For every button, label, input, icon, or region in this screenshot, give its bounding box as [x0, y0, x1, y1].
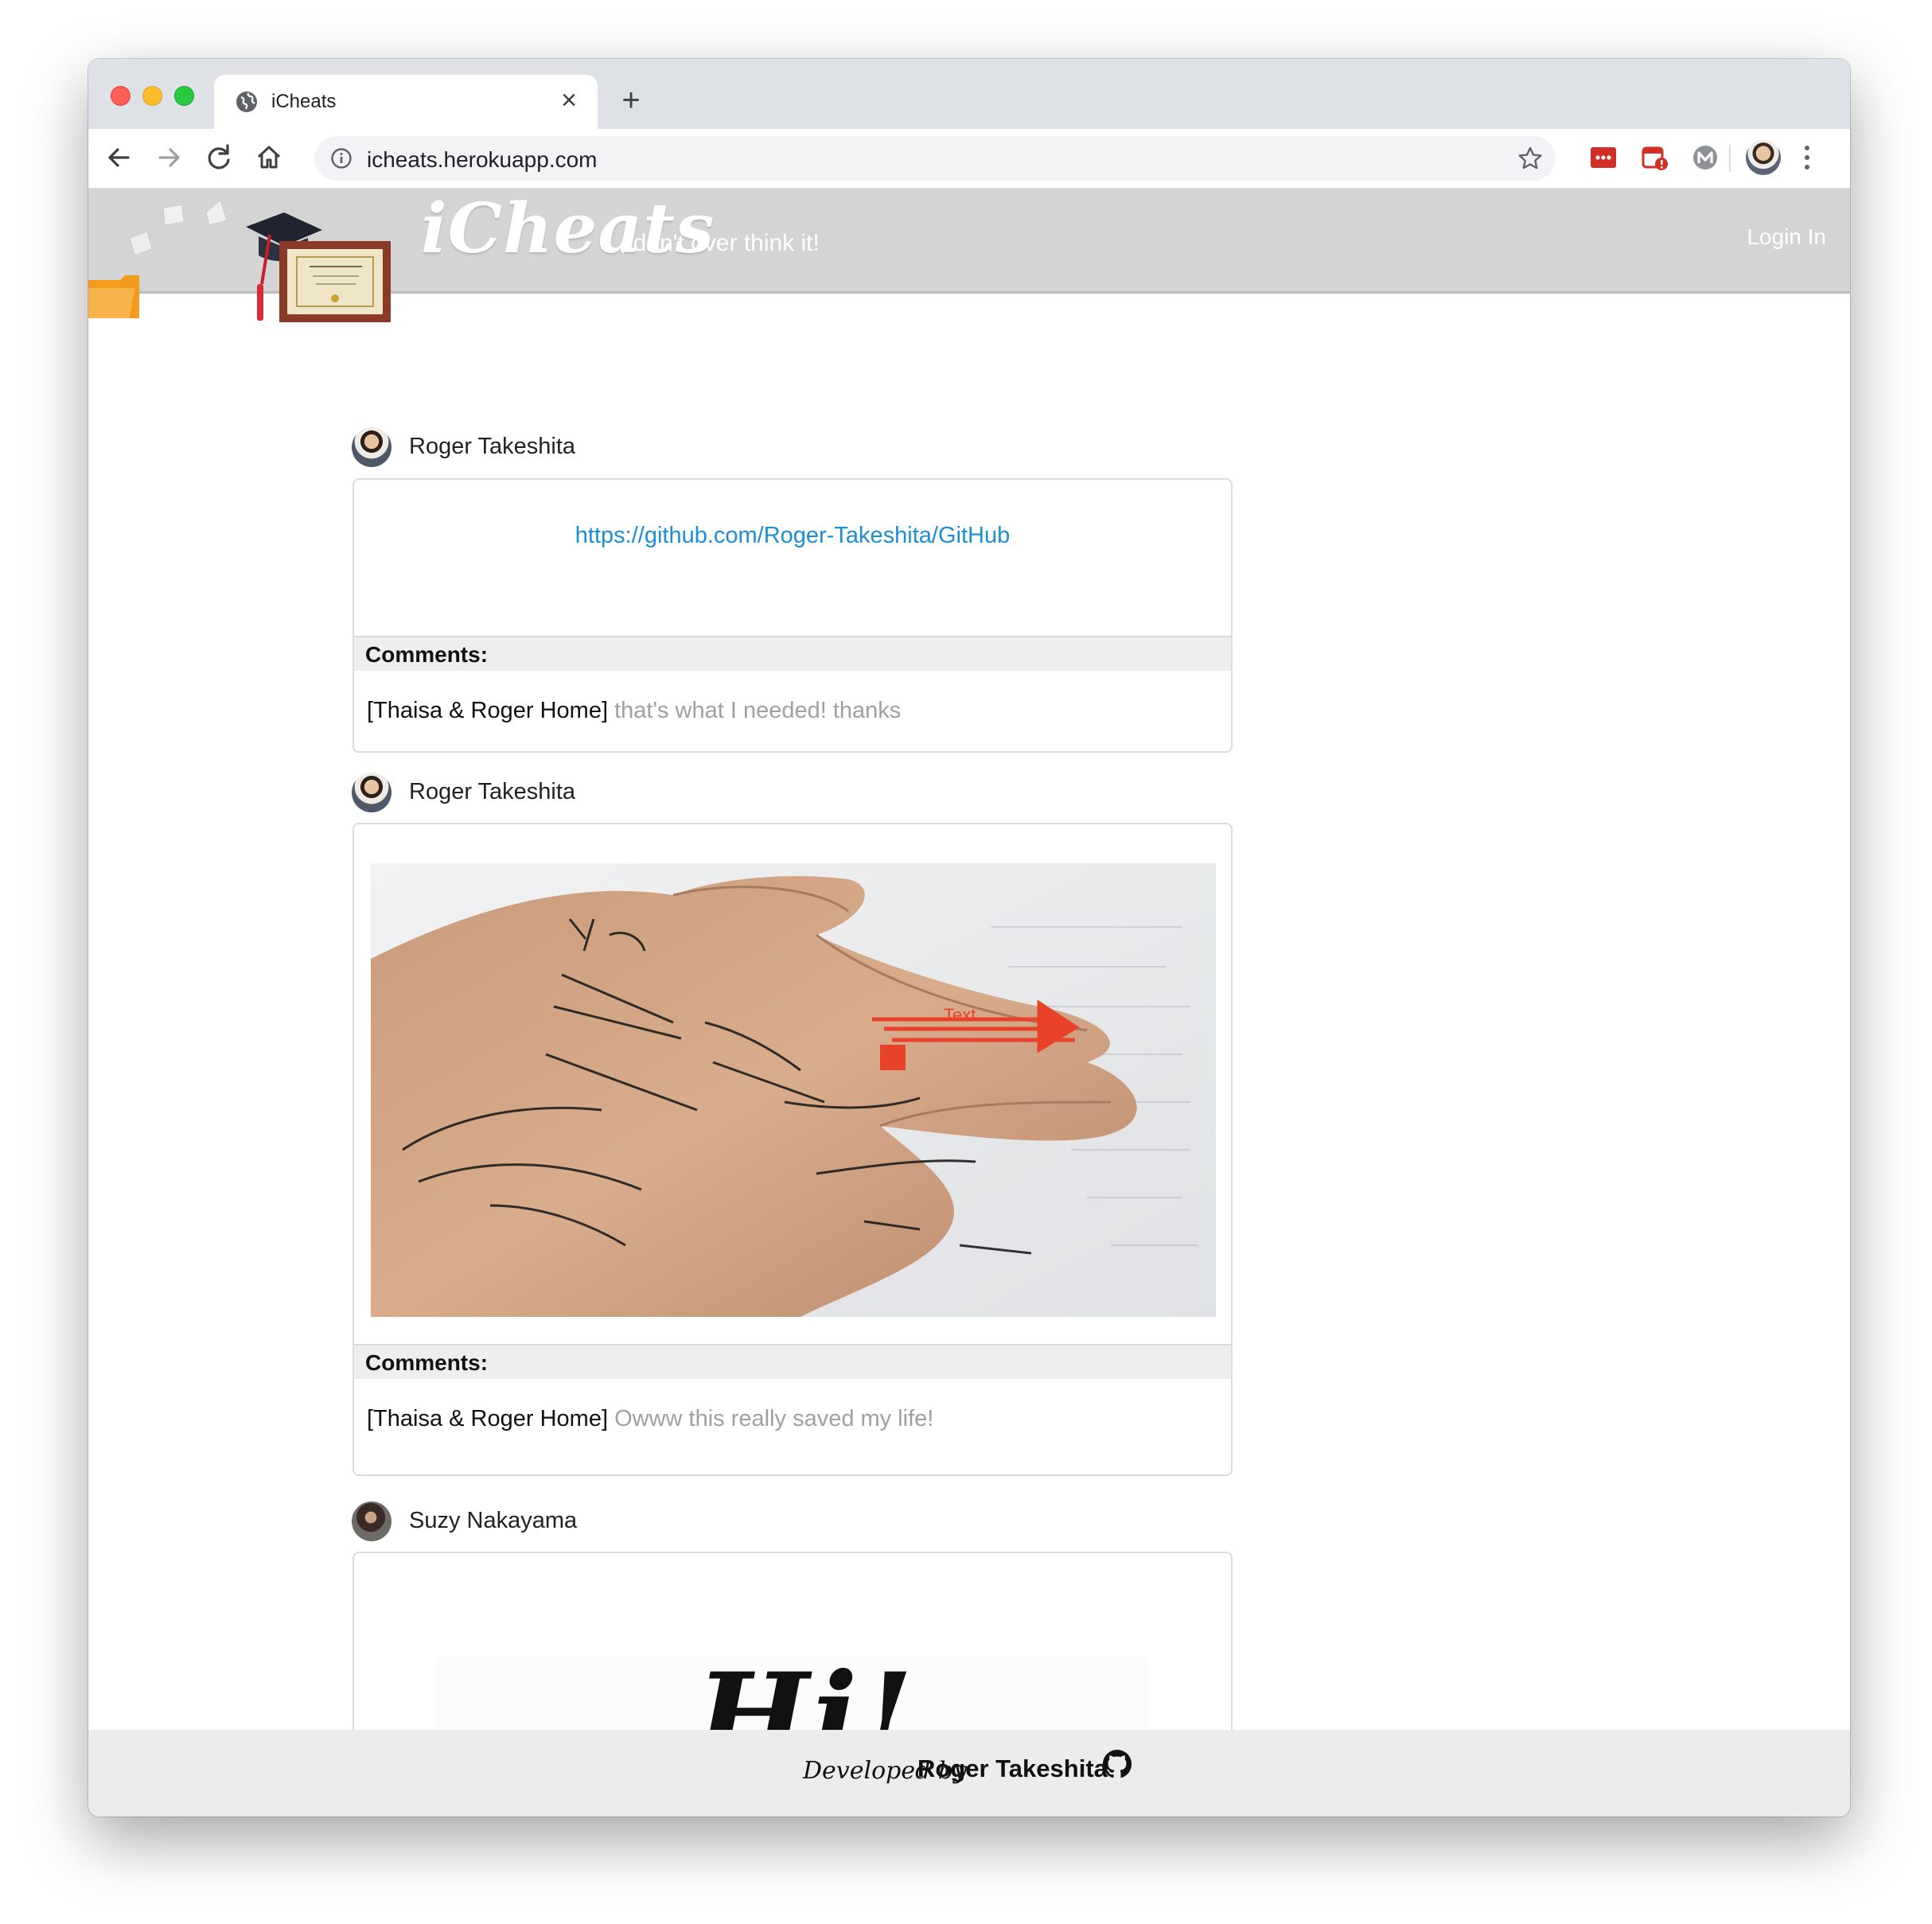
back-icon[interactable] — [103, 142, 134, 173]
comment-text: that's what I needed! thanks — [614, 698, 902, 723]
globe-icon — [236, 92, 257, 112]
new-tab-button[interactable]: + — [615, 84, 647, 118]
toolbar-divider — [1729, 145, 1731, 172]
m-extension-icon[interactable] — [1691, 143, 1720, 172]
author-name[interactable]: Roger Takeshita — [409, 434, 575, 460]
login-link[interactable]: Login In — [1747, 224, 1826, 250]
post-card: https://github.com/Roger-Takeshita/GitHu… — [353, 478, 1233, 753]
comment-author: [Thaisa & Roger Home] — [367, 698, 609, 723]
site-footer: Developed by Roger Takeshita — [88, 1730, 1850, 1817]
author-name[interactable]: Suzy Nakayama — [409, 1508, 577, 1534]
tab-close-icon[interactable]: × — [555, 86, 583, 115]
browser-toolbar: icheats.herokuapp.com — [88, 129, 1850, 189]
comment: [Thaisa & Roger Home] Owww this really s… — [367, 1406, 933, 1432]
browser-window: iCheats × + icheats.herokuapp.com iCheat… — [88, 59, 1850, 1817]
maximize-window-button[interactable] — [174, 86, 194, 106]
lastpass-extension-icon[interactable] — [1589, 143, 1618, 172]
paper-icon — [129, 199, 228, 256]
comments-label: Comments: — [365, 1350, 489, 1375]
author-name[interactable]: Roger Takeshita — [409, 779, 575, 805]
page-content: iCheats , don't over think it! Login In — [88, 189, 1850, 1817]
avatar[interactable] — [352, 773, 391, 812]
menu-kebab-icon[interactable] — [1803, 143, 1811, 172]
comments-label: Comments: — [365, 642, 489, 667]
reload-icon[interactable] — [203, 142, 235, 173]
comment: [Thaisa & Roger Home] that's what I need… — [367, 698, 901, 724]
comment-author: [Thaisa & Roger Home] — [367, 1406, 609, 1431]
site-tagline: , don't over think it! — [620, 230, 820, 256]
avatar[interactable] — [352, 427, 391, 467]
address-bar[interactable]: icheats.herokuapp.com — [314, 136, 1556, 181]
site-info-icon[interactable] — [330, 147, 353, 169]
comments-header: Comments: — [354, 636, 1231, 671]
tab-title: iCheats — [271, 91, 337, 112]
tab-icheats[interactable]: iCheats × — [214, 75, 598, 129]
diploma-icon — [279, 241, 391, 322]
developer-name[interactable]: Roger Takeshita — [917, 1755, 1108, 1783]
home-icon[interactable] — [253, 142, 285, 173]
calendar-extension-icon[interactable] — [1640, 143, 1669, 172]
hand-with-formulas-image[interactable]: Text — [371, 863, 1216, 1317]
github-icon[interactable] — [1100, 1747, 1134, 1781]
image-annotation-text: Text — [944, 1005, 976, 1025]
comments-header: Comments: — [354, 1344, 1231, 1379]
post-link[interactable]: https://github.com/Roger-Takeshita/GitHu… — [354, 523, 1231, 549]
url-text[interactable]: icheats.herokuapp.com — [367, 147, 598, 173]
post-card: Text Comments: [Thaisa & Roger Home] Oww… — [353, 823, 1233, 1476]
tab-strip: iCheats × + — [88, 59, 1850, 129]
folder-icon — [88, 275, 139, 318]
header-illustration — [88, 199, 391, 322]
bookmark-star-icon[interactable] — [1517, 146, 1543, 171]
profile-avatar[interactable] — [1746, 140, 1781, 175]
comment-text: Owww this really saved my life! — [614, 1406, 934, 1431]
avatar[interactable] — [352, 1501, 391, 1541]
close-window-button[interactable] — [111, 86, 130, 106]
forward-icon[interactable] — [154, 142, 185, 173]
minimize-window-button[interactable] — [142, 86, 162, 106]
